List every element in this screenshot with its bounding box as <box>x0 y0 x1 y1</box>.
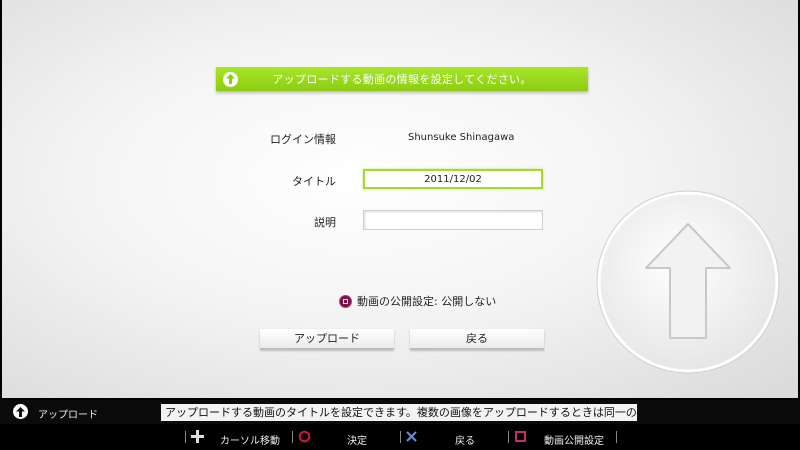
separator <box>508 431 509 443</box>
publish-setting-text: 動画の公開設定: 公開しない <box>357 295 497 308</box>
title-field[interactable]: 2011/12/02 <box>363 169 543 189</box>
separator <box>185 431 186 443</box>
status-label: アップロード <box>38 410 98 421</box>
control-label-back: 戻る <box>455 436 475 447</box>
info-banner: アップロードする動画の情報を設定してください。 <box>216 67 588 91</box>
title-value: 2011/12/02 <box>424 173 482 185</box>
login-label: ログイン情報 <box>270 133 336 146</box>
large-upload-arrow-icon <box>596 190 780 374</box>
upload-arrow-icon <box>13 404 28 419</box>
description-label: 説明 <box>314 216 336 229</box>
cross-button-icon <box>406 431 417 442</box>
back-button[interactable]: 戻る <box>410 329 544 350</box>
help-hint: アップロードする動画のタイトルを設定できます。複数の画像をアップロードするときは… <box>161 404 637 421</box>
square-button-icon <box>515 431 526 442</box>
upload-button[interactable]: アップロード <box>260 329 394 350</box>
square-button-icon <box>339 294 352 308</box>
control-label-cursor: カーソル移動 <box>220 436 280 447</box>
circle-button-icon <box>298 430 311 443</box>
banner-text: アップロードする動画の情報を設定してください。 <box>272 73 532 86</box>
title-label: タイトル <box>292 175 336 188</box>
separator <box>616 431 617 443</box>
control-label-confirm: 決定 <box>347 436 367 447</box>
separator <box>400 431 401 443</box>
dpad-icon <box>191 430 204 443</box>
separator <box>292 431 293 443</box>
controller-legend: カーソル移動 決定 戻る 動画公開設定 <box>0 424 800 450</box>
publish-setting[interactable]: 動画の公開設定: 公開しない <box>339 293 496 309</box>
control-label-publish: 動画公開設定 <box>544 436 604 447</box>
login-value: Shunsuke Shinagawa <box>408 132 515 143</box>
description-field[interactable] <box>363 210 543 230</box>
status-bar: アップロード アップロードする動画のタイトルを設定できます。複数の画像をアップロ… <box>0 400 800 424</box>
upload-screen: アップロードする動画の情報を設定してください。 ログイン情報 Shunsuke … <box>2 0 798 398</box>
